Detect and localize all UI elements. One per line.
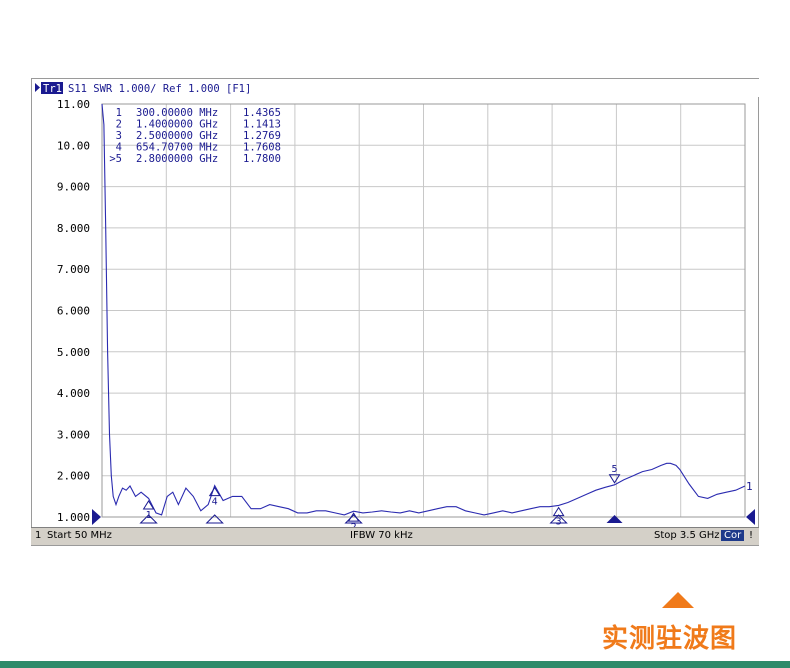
start-frequency[interactable]: Start 50 MHz	[47, 530, 112, 541]
stop-frequency[interactable]: Stop 3.5 GHz	[654, 530, 720, 541]
markers-group: 12345	[139, 464, 623, 533]
y-tick-label: 5.000	[57, 346, 90, 359]
marker-table-id: 1	[116, 107, 122, 119]
trace-label[interactable]: Tr1	[43, 83, 62, 95]
y-tick-label: 8.000	[57, 222, 90, 235]
marker-table-id: 4	[116, 142, 122, 154]
y-tick-label: 3.000	[57, 428, 90, 441]
y-tick-label: 2.000	[57, 470, 90, 483]
y-tick-label: 11.00	[57, 98, 90, 111]
marker-table-frequency: 2.8000000 GHz	[136, 153, 218, 165]
marker-label: 4	[212, 497, 218, 508]
trace-end-label: 1	[746, 480, 753, 493]
marker-table-value: 1.7608	[243, 142, 281, 154]
caption-arrow-icon	[662, 592, 694, 608]
y-tick-label: 4.000	[57, 387, 90, 400]
swr-chart: Tr1 S11 SWR 1.000/ Ref 1.000 [F1] 11.001…	[32, 79, 760, 533]
vna-display: Tr1 S11 SWR 1.000/ Ref 1.000 [F1] 11.00 1…	[31, 78, 760, 546]
reference-left-arrow-icon	[92, 509, 101, 525]
ifbw-setting[interactable]: IFBW 70 kHz	[350, 530, 413, 541]
y-tick-label: 1.000	[57, 511, 90, 524]
reference-right-arrow-icon	[746, 509, 755, 525]
marker-table-frequency: 654.70700 MHz	[136, 142, 218, 154]
y-tick-label: 9.000	[57, 181, 90, 194]
marker-table-frequency: 300.00000 MHz	[136, 107, 218, 119]
marker-4: 4	[205, 486, 224, 524]
marker-table-value: 1.4365	[243, 107, 281, 119]
marker-1: 1	[139, 500, 158, 524]
plot-grid	[92, 103, 755, 525]
caption-title: 实测驻波图	[602, 624, 738, 654]
trace-line-group: 1	[101, 103, 753, 516]
marker-position-indicator-icon	[205, 514, 224, 524]
bottom-divider	[0, 661, 790, 668]
marker-label: 3	[556, 517, 562, 528]
marker-table-value: 1.2769	[243, 130, 281, 142]
marker-table-value: 1.7800	[243, 153, 281, 165]
status-indicator: !	[749, 530, 754, 541]
marker-table-id: 2	[116, 119, 122, 131]
status-bar: 1 Start 50 MHz IFBW 70 kHz Stop 3.5 GHz …	[31, 527, 759, 545]
y-tick-label: 10.00	[57, 139, 90, 152]
trace-description: S11 SWR 1.000/ Ref 1.000 [F1]	[68, 83, 251, 95]
active-marker-indicator-icon	[606, 515, 623, 523]
marker-table-frequency: 2.5000000 GHz	[136, 130, 218, 142]
marker-table-id: >5	[109, 153, 122, 165]
marker-table: 1 300.00000 MHz 1.4365 2 1.4000000 GHz 1.1413…	[109, 107, 281, 165]
y-tick-label: 7.000	[57, 263, 90, 276]
marker-5: 5	[606, 464, 623, 523]
marker-label: 5	[612, 464, 618, 475]
channel-number[interactable]: 1	[35, 530, 41, 541]
y-tick-label: 6.000	[57, 305, 90, 318]
correction-badge[interactable]: Cor	[721, 530, 745, 541]
y-tick-labels: 11.00 10.00 9.000 8.000 7.000 6.000 5.000 4.000…	[57, 98, 90, 524]
marker-table-frequency: 1.4000000 GHz	[136, 119, 218, 131]
marker-3: 3	[549, 506, 568, 528]
marker-table-id: 3	[116, 130, 122, 142]
marker-table-value: 1.1413	[243, 119, 281, 131]
